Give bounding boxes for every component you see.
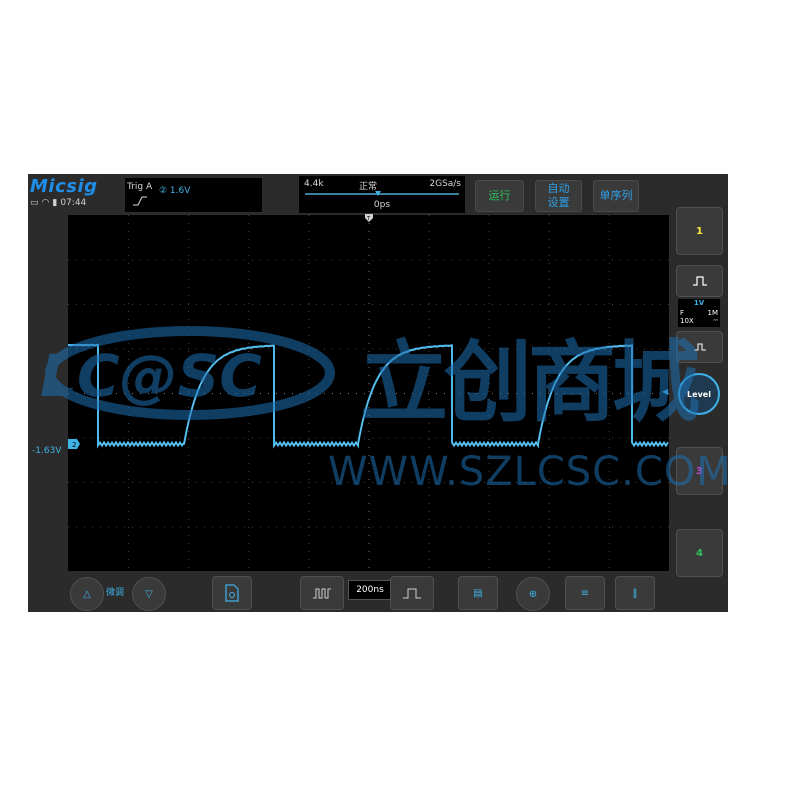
save-file-button[interactable] <box>212 576 252 610</box>
dense-pulse-icon <box>313 588 331 599</box>
auto-setup-label: 自动 设置 <box>547 182 570 209</box>
run-button[interactable]: 运行 <box>475 180 524 212</box>
ch2-volts-div: 1V <box>693 299 705 307</box>
horizontal-lines-icon: ≡ <box>580 587 590 599</box>
monitor-icon: ▭ <box>30 198 39 208</box>
wifi-icon: ◠ <box>41 198 50 208</box>
vertical-lines-icon: ‖ <box>632 587 638 599</box>
vertical-cursor-button[interactable]: ‖ <box>615 576 655 610</box>
channel-1-button[interactable]: 1 <box>676 207 723 255</box>
svg-text:2: 2 <box>72 441 76 449</box>
clock: 07:44 <box>60 198 87 208</box>
cursor-icon: ⊕ <box>528 588 538 600</box>
cursor-button[interactable]: ⊕ <box>516 577 550 611</box>
ch2-offset-marker[interactable]: 2 <box>68 439 80 449</box>
triangle-up-icon: △ <box>83 588 91 600</box>
rising-edge-icon <box>133 196 147 206</box>
channel-4-button[interactable]: 4 <box>676 529 723 577</box>
ch2-impedance: 1M <box>707 309 719 317</box>
horizontal-cursor-button[interactable]: ≡ <box>565 576 605 610</box>
watermark-cn: 立创商城 <box>360 331 700 434</box>
timebase-increase-button[interactable] <box>390 576 434 610</box>
timebase-panel[interactable]: 4.4k 正常 2GSa/s 0ps <box>299 176 465 213</box>
wide-pulse-icon <box>403 588 421 599</box>
trigger-panel[interactable]: Trig A ② 1.6V <box>125 178 262 212</box>
fine-adjust-label: 微调 <box>106 588 125 598</box>
measure-button[interactable]: ▤ <box>458 576 498 610</box>
watermark-logo: LC@SC <box>40 326 335 420</box>
pulse-icon <box>693 276 707 286</box>
triangle-down-icon: ▽ <box>145 588 153 600</box>
horizontal-position: 0ps <box>373 200 391 210</box>
timebase-value: 200ns <box>348 580 392 600</box>
ch2-pulse-button[interactable] <box>676 265 723 297</box>
status-area: ▭ ◠ ▮ 07:44 <box>30 198 86 208</box>
fine-down-button[interactable]: ▽ <box>132 577 166 611</box>
battery-icon: ▮ <box>52 198 58 208</box>
position-marker-icon <box>375 191 381 196</box>
sample-rate: 2GSa/s <box>429 179 461 189</box>
top-bar: Micsig ▭ ◠ ▮ 07:44 Trig A ② 1.6V 4.4k 正常… <box>28 174 728 216</box>
dc-coupling-icon: ⎓ <box>713 317 718 324</box>
single-sequence-button[interactable]: 单序列 <box>593 180 639 212</box>
trigger-level: ② 1.6V <box>159 186 191 196</box>
brand-logo: Micsig <box>30 176 98 197</box>
memory-position-bar <box>305 191 459 196</box>
auto-setup-button[interactable]: 自动 设置 <box>535 180 582 212</box>
file-icon <box>225 584 239 602</box>
trigger-position-marker[interactable]: T <box>365 214 373 222</box>
memory-depth: 4.4k <box>304 179 324 189</box>
timebase-decrease-button[interactable] <box>300 576 344 610</box>
fine-up-button[interactable]: △ <box>70 577 104 611</box>
bottom-bar: △ 微调 ▽ 200ns ▤ ⊕ ≡ ‖ <box>28 572 728 612</box>
trigger-label: Trig A <box>127 182 153 192</box>
ch2-offset-value: -1.63V <box>32 446 62 456</box>
measure-icon: ▤ <box>473 587 483 599</box>
watermark-url: WWW.SZLCSC.COM <box>328 449 732 495</box>
svg-text:LC@SC: LC@SC <box>40 342 262 410</box>
